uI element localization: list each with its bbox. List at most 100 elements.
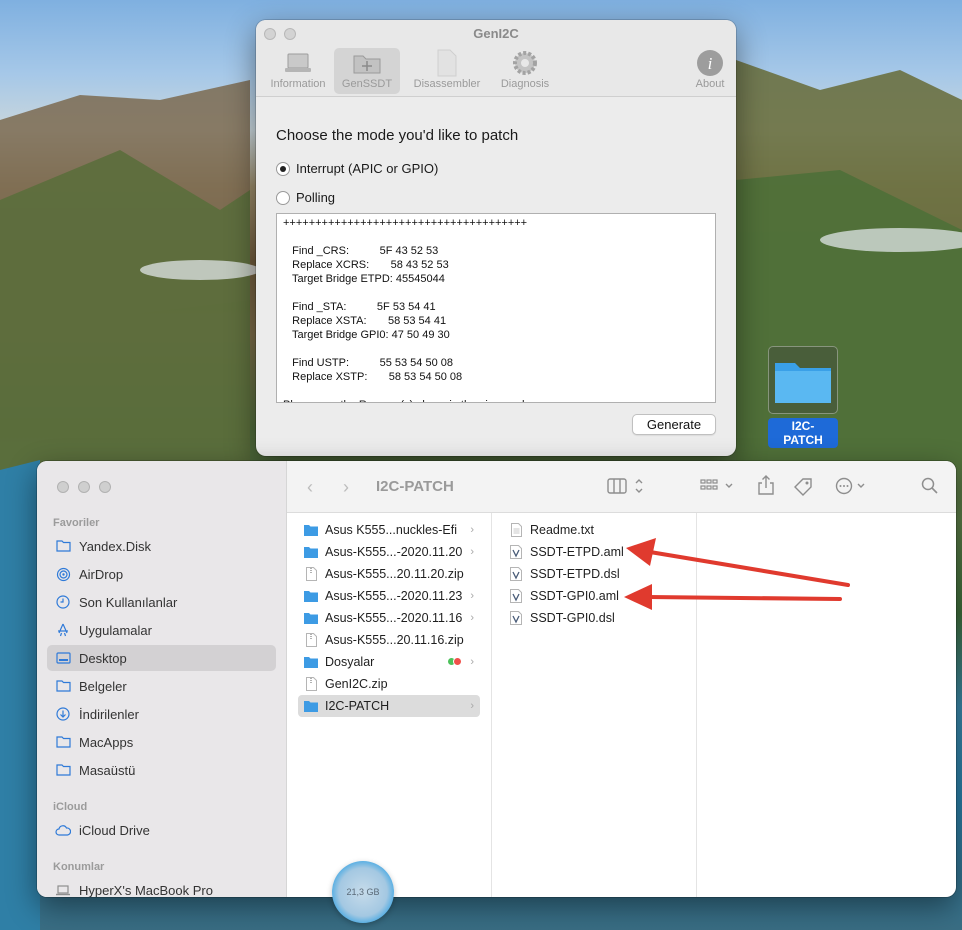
sidebar-item-desktop[interactable]: Desktop xyxy=(47,645,276,671)
finder-minimize-button[interactable] xyxy=(78,481,90,493)
document-icon xyxy=(55,678,71,694)
list-item[interactable]: GenI2C.zip xyxy=(298,673,480,695)
desktop-icon xyxy=(55,650,71,666)
finder-column-i2c-patch: Readme.txt SSDT-ETPD.aml SSDT-ETPD.dsl S… xyxy=(492,513,697,897)
geni2c-toolbar: Information GenSSDT Disassembler Diagnos… xyxy=(262,48,730,96)
list-item-name: Asus-K555...-2020.11.23 xyxy=(325,589,463,603)
sidebar-header-icloud: iCloud xyxy=(53,801,88,813)
back-icon[interactable]: ‹ xyxy=(307,477,313,498)
finder-close-button[interactable] xyxy=(57,481,69,493)
finder-zoom-button[interactable] xyxy=(99,481,111,493)
more-actions-icon[interactable] xyxy=(835,477,871,495)
sidebar-item-label: iCloud Drive xyxy=(79,822,150,838)
sidebar-item-macbook-pro[interactable]: HyperX's MacBook Pro xyxy=(47,877,276,897)
list-item[interactable]: Dosyalar › xyxy=(298,651,480,673)
folder-icon xyxy=(304,611,318,625)
list-item[interactable]: Asus K555...nuckles-Efi › xyxy=(298,519,480,541)
tab-genssdt[interactable]: GenSSDT xyxy=(334,48,400,94)
sidebar-item-icloud-drive[interactable]: iCloud Drive xyxy=(47,817,276,843)
list-item[interactable]: SSDT-GPI0.aml xyxy=(503,585,685,607)
folder-icon xyxy=(304,545,318,559)
column-view-icon[interactable] xyxy=(607,477,643,495)
folder-icon xyxy=(55,734,71,750)
radio-interrupt[interactable] xyxy=(276,161,290,176)
folder-icon xyxy=(304,699,318,713)
finder-column-desktop: Asus K555...nuckles-Efi › Asus-K555...-2… xyxy=(287,513,492,897)
tab-diagnosis[interactable]: Diagnosis xyxy=(494,48,556,94)
sidebar-item-label: Desktop xyxy=(79,650,127,666)
airdrop-icon xyxy=(55,566,71,582)
share-icon[interactable] xyxy=(757,475,775,495)
gear-icon xyxy=(494,48,556,78)
finder-window-controls xyxy=(57,481,111,493)
sidebar-item-label: Yandex.Disk xyxy=(79,538,152,554)
mode-option-polling[interactable]: Polling xyxy=(276,190,716,205)
sidebar-item-documents[interactable]: Belgeler xyxy=(47,673,276,699)
generate-button[interactable]: Generate xyxy=(632,414,716,435)
zip-file-icon xyxy=(304,633,318,647)
list-item[interactable]: SSDT-ETPD.dsl xyxy=(503,563,685,585)
tab-disassembler[interactable]: Disassembler xyxy=(408,48,486,94)
cloud-icon xyxy=(55,822,71,838)
sidebar-item-masaustu[interactable]: Masaüstü xyxy=(47,757,276,783)
list-item[interactable]: Asus-K555...20.11.20.zip xyxy=(298,563,480,585)
radio-interrupt-label: Interrupt (APIC or GPIO) xyxy=(296,161,439,176)
forward-icon[interactable]: › xyxy=(343,477,349,498)
clock-icon xyxy=(55,594,71,610)
folder-icon xyxy=(304,589,318,603)
info-icon: i xyxy=(690,48,730,78)
sidebar-item-label: MacApps xyxy=(79,734,134,750)
tab-about[interactable]: i About xyxy=(690,48,730,94)
dsl-file-icon xyxy=(509,611,523,625)
list-item[interactable]: Asus-K555...-2020.11.16 › xyxy=(298,607,480,629)
list-item-name: SSDT-ETPD.aml xyxy=(530,545,624,559)
list-item[interactable]: Asus-K555...-2020.11.20 › xyxy=(298,541,480,563)
list-item-name: Dosyalar xyxy=(325,655,375,669)
sidebar-item-yandex-disk[interactable]: Yandex.Disk xyxy=(47,533,276,559)
list-item-name: Asus K555...nuckles-Efi xyxy=(325,523,458,537)
aml-file-icon xyxy=(509,589,523,603)
applications-icon xyxy=(55,622,71,638)
aml-file-icon xyxy=(509,545,523,559)
list-item[interactable]: Readme.txt xyxy=(503,519,685,541)
patch-output-textarea[interactable]: ++++++++++++++++++++++++++++++++++++++ F… xyxy=(276,213,716,403)
list-item[interactable]: Asus-K555...-2020.11.23 › xyxy=(298,585,480,607)
geni2c-content: Choose the mode you'd like to patch Inte… xyxy=(256,127,736,403)
list-item-name: Readme.txt xyxy=(530,523,594,537)
radio-polling[interactable] xyxy=(276,190,290,205)
sidebar-item-macapps[interactable]: MacApps xyxy=(47,729,276,755)
folder-icon xyxy=(304,655,318,669)
tab-disassembler-label: Disassembler xyxy=(413,78,481,90)
list-item[interactable]: Asus-K555...20.11.16.zip xyxy=(298,629,480,651)
list-item-selected[interactable]: I2C-PATCH › xyxy=(298,695,480,717)
tab-genssdt-label: GenSSDT xyxy=(341,78,393,90)
sidebar-item-recents[interactable]: Son Kullanılanlar xyxy=(47,589,276,615)
list-item[interactable]: SSDT-ETPD.aml xyxy=(503,541,685,563)
list-item[interactable]: SSDT-GPI0.dsl xyxy=(503,607,685,629)
list-item-name: Asus-K555...20.11.16.zip xyxy=(325,633,464,647)
sidebar-item-downloads[interactable]: İndirilenler xyxy=(47,701,276,727)
download-icon xyxy=(55,706,71,722)
search-icon[interactable] xyxy=(921,477,939,495)
tab-about-label: About xyxy=(695,78,725,90)
tag-icon[interactable] xyxy=(793,477,813,497)
mode-option-interrupt[interactable]: Interrupt (APIC or GPIO) xyxy=(276,161,716,176)
sidebar-item-applications[interactable]: Uygulamalar xyxy=(47,617,276,643)
tab-information[interactable]: Information xyxy=(262,48,334,94)
desktop-folder-i2c-patch[interactable]: I2C-PATCH xyxy=(768,346,838,448)
folder-icon xyxy=(768,346,838,414)
chevron-right-icon: › xyxy=(470,546,474,558)
sidebar-item-label: İndirilenler xyxy=(79,706,139,722)
geni2c-window: GenI2C Information GenSSDT Disassembler xyxy=(256,20,736,456)
list-item-name: SSDT-GPI0.aml xyxy=(530,589,619,603)
folder-icon xyxy=(55,538,71,554)
list-item-name: SSDT-ETPD.dsl xyxy=(530,567,620,581)
chevron-right-icon: › xyxy=(470,656,474,668)
color-tags xyxy=(447,657,462,666)
finder-title: I2C-PATCH xyxy=(376,478,454,495)
chevron-right-icon: › xyxy=(470,700,474,712)
sidebar-item-airdrop[interactable]: AirDrop xyxy=(47,561,276,587)
folder-icon xyxy=(304,523,318,537)
finder-column-preview xyxy=(697,513,956,897)
group-icon[interactable] xyxy=(700,477,736,495)
